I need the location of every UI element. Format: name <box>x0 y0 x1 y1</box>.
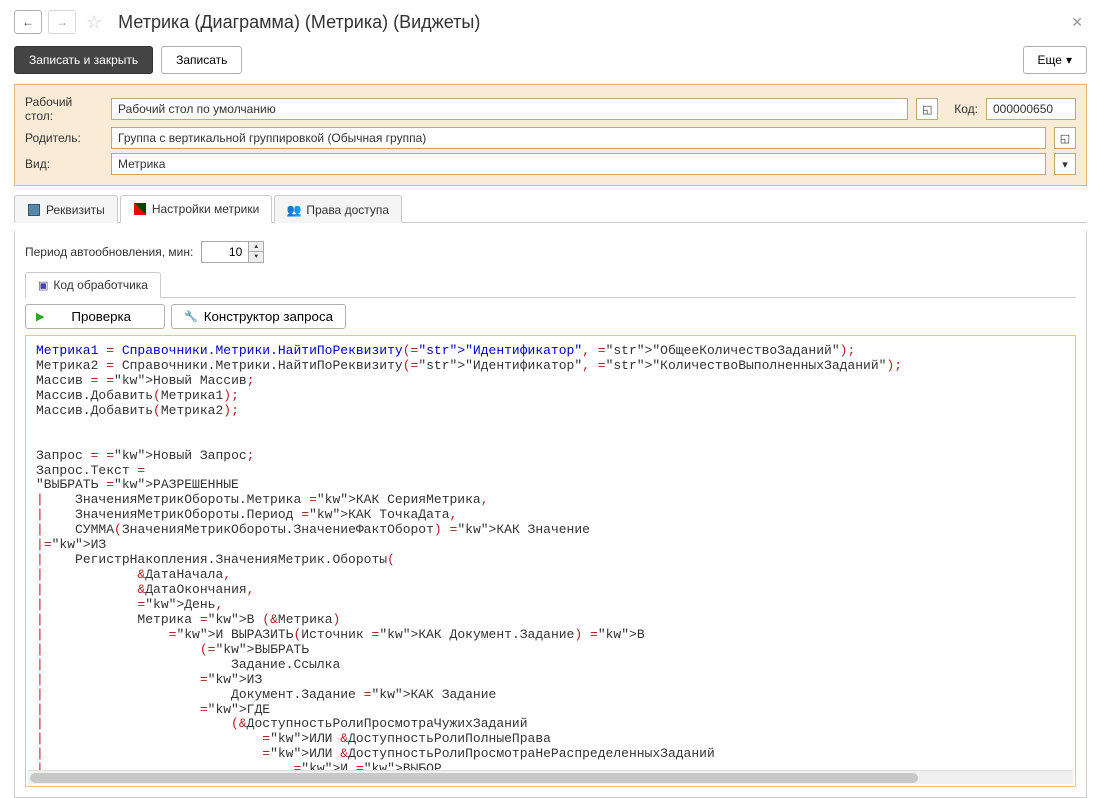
type-value: Метрика <box>118 157 165 171</box>
period-spinner[interactable]: ▲ ▼ <box>201 241 264 263</box>
favorite-star-icon[interactable]: ☆ <box>82 12 106 33</box>
code-icon: ▣ <box>38 279 48 292</box>
tab-requisites[interactable]: Реквизиты <box>14 195 118 223</box>
parent-open-button[interactable]: ◱ <box>1054 127 1076 149</box>
chart-icon <box>133 202 147 216</box>
tab-access-rights[interactable]: 👥 Права доступа <box>274 195 402 223</box>
save-close-button[interactable]: Записать и закрыть <box>14 46 153 74</box>
subtab-label: Код обработчика <box>53 278 148 292</box>
subtab-handler-code[interactable]: ▣ Код обработчика <box>25 272 161 298</box>
open-external-icon: ◱ <box>922 103 932 116</box>
parent-value: Группа с вертикальной группировкой (Обыч… <box>118 131 426 145</box>
arrow-left-icon: ← <box>22 15 34 29</box>
more-label: Еще <box>1038 53 1062 67</box>
sub-tabs: ▣ Код обработчика <box>25 271 1076 298</box>
open-external-icon: ◱ <box>1060 132 1070 145</box>
spinner-down-button[interactable]: ▼ <box>249 252 263 262</box>
code-value: 000000650 <box>993 102 1053 116</box>
period-label: Период автообновления, мин: <box>25 245 193 259</box>
arrow-right-icon: → <box>56 15 68 29</box>
close-icon[interactable]: ✕ <box>1067 14 1087 31</box>
list-icon <box>27 203 41 217</box>
desktop-open-button[interactable]: ◱ <box>916 98 938 120</box>
tab-label: Права доступа <box>306 203 389 217</box>
constructor-icon: 🔧 <box>184 310 198 323</box>
main-tabs: Реквизиты Настройки метрики 👥 Права дост… <box>14 194 1087 223</box>
spinner-up-button[interactable]: ▲ <box>249 242 263 252</box>
horizontal-scrollbar[interactable] <box>28 770 1073 784</box>
play-icon: ▶ <box>36 310 44 323</box>
more-button[interactable]: Еще ▾ <box>1023 46 1087 74</box>
parent-label: Родитель: <box>25 131 103 145</box>
nav-forward-button[interactable]: → <box>48 10 76 34</box>
desktop-field[interactable]: Рабочий стол по умолчанию <box>111 98 908 120</box>
type-label: Вид: <box>25 157 103 171</box>
scrollbar-thumb[interactable] <box>30 773 918 783</box>
tab-label: Реквизиты <box>46 203 105 217</box>
period-input[interactable] <box>202 242 248 262</box>
tab-metric-settings[interactable]: Настройки метрики <box>120 195 273 223</box>
type-field[interactable]: Метрика <box>111 153 1046 175</box>
type-dropdown-button[interactable]: ▾ <box>1054 153 1076 175</box>
people-icon: 👥 <box>287 203 301 217</box>
parent-field[interactable]: Группа с вертикальной группировкой (Обыч… <box>111 127 1046 149</box>
check-label: Проверка <box>71 309 131 324</box>
nav-back-button[interactable]: ← <box>14 10 42 34</box>
chevron-down-icon: ▾ <box>1062 158 1068 171</box>
tab-content: Период автообновления, мин: ▲ ▼ ▣ Код об… <box>14 231 1087 798</box>
save-button[interactable]: Записать <box>161 46 242 74</box>
chevron-down-icon: ▾ <box>1066 53 1072 67</box>
check-button[interactable]: ▶ Проверка <box>25 304 165 329</box>
form-panel: Рабочий стол: Рабочий стол по умолчанию … <box>14 84 1087 186</box>
tab-label: Настройки метрики <box>152 202 260 216</box>
desktop-value: Рабочий стол по умолчанию <box>118 102 276 116</box>
query-constructor-button[interactable]: 🔧 Конструктор запроса <box>171 304 346 329</box>
code-label: Код: <box>954 102 978 116</box>
constructor-label: Конструктор запроса <box>204 309 333 324</box>
code-field[interactable]: 000000650 <box>986 98 1076 120</box>
code-editor[interactable]: Метрика1 = Справочники.Метрики.НайтиПоРе… <box>28 338 1073 770</box>
desktop-label: Рабочий стол: <box>25 95 103 123</box>
page-title: Метрика (Диаграмма) (Метрика) (Виджеты) <box>118 12 480 33</box>
